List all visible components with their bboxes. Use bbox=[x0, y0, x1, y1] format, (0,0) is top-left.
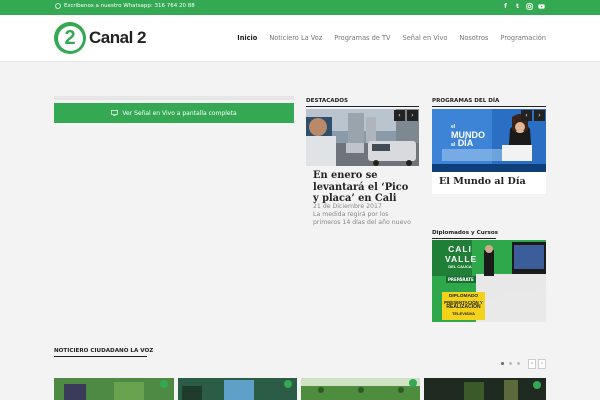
program-next-arrow[interactable]: › bbox=[534, 110, 545, 121]
logo-mark: 2 bbox=[54, 22, 86, 54]
instagram-icon[interactable] bbox=[526, 3, 533, 10]
carousel-prev-button[interactable]: ‹ bbox=[528, 359, 536, 369]
whatsapp-text: Escribenos a nuestro Whatsapp: 316 764 2… bbox=[64, 3, 195, 9]
program-image[interactable]: el MUNDO al DÍA ‹ › bbox=[432, 109, 546, 172]
facebook-icon[interactable]: f bbox=[502, 3, 509, 10]
nav-item-programas[interactable]: Programas de TV bbox=[334, 34, 390, 42]
top-bar: Escribenos a nuestro Whatsapp: 316 764 2… bbox=[0, 0, 600, 15]
carousel-dot[interactable] bbox=[517, 362, 520, 365]
poster-badge: PREPÁRATE bbox=[446, 276, 476, 283]
poster-city: CALI VALLE DEL CAUCA bbox=[445, 244, 478, 269]
citizen-news-heading: NOTICIERO CIUDADANO LA VOZ bbox=[54, 348, 153, 357]
monitor-icon bbox=[111, 110, 119, 116]
featured-heading: DESTACADOS bbox=[306, 98, 419, 107]
carousel-dot[interactable] bbox=[501, 362, 504, 365]
whatsapp-contact[interactable]: Escribenos a nuestro Whatsapp: 316 764 2… bbox=[55, 3, 195, 9]
social-links: f t bbox=[502, 3, 545, 10]
diplomados-banner[interactable]: CALI VALLE DEL CAUCA PREPÁRATE DIPLOMADO… bbox=[432, 240, 546, 322]
program-prev-arrow[interactable]: ‹ bbox=[521, 110, 532, 121]
featured-title[interactable]: En enero se levantará el ‘Pico y placa’ … bbox=[313, 170, 417, 205]
nav-item-senal[interactable]: Señal en Vivo bbox=[403, 34, 448, 42]
poster-line2: VALLE bbox=[445, 254, 478, 264]
youtube-icon[interactable] bbox=[538, 3, 545, 10]
live-fullscreen-button[interactable]: Ver Señal en Vivo a pantalla completa bbox=[54, 103, 294, 123]
nav-item-nosotros[interactable]: Nosotros bbox=[459, 34, 488, 42]
citizen-news-thumb-4[interactable] bbox=[424, 378, 546, 400]
site-header: 2 Canal 2 Inicio Noticiero La Voz Progra… bbox=[0, 15, 600, 62]
image-prefix2: al bbox=[451, 142, 456, 148]
main-nav: Inicio Noticiero La Voz Programas de TV … bbox=[237, 34, 546, 42]
featured-next-arrow[interactable]: › bbox=[407, 110, 418, 121]
poster-text: DIPLOMADO PRESENTACIÓN Y REALIZACIÓN TEL… bbox=[442, 294, 485, 316]
poster-l3: REALIZACIÓN bbox=[446, 304, 481, 311]
live-button-label: Ver Señal en Vivo a pantalla completa bbox=[122, 109, 237, 117]
poster-l4: TELEVISIVA bbox=[451, 310, 476, 316]
player-bar bbox=[54, 96, 294, 100]
carousel-dots bbox=[501, 360, 520, 365]
whatsapp-icon bbox=[55, 3, 61, 9]
featured-description: La medida regirá por los primeros 14 día… bbox=[313, 211, 411, 226]
program-image-text: el MUNDO al DÍA bbox=[451, 123, 485, 149]
citizen-news-thumb-2[interactable] bbox=[178, 378, 297, 400]
twitter-icon[interactable]: t bbox=[514, 3, 521, 10]
nav-item-programacion[interactable]: Programación bbox=[500, 34, 546, 42]
site-logo[interactable]: 2 Canal 2 bbox=[54, 22, 146, 54]
carousel-dot[interactable] bbox=[509, 362, 512, 365]
poster-line3: DEL CAUCA bbox=[448, 264, 472, 269]
poster-line1: CALI bbox=[448, 244, 472, 254]
carousel-next-button[interactable]: › bbox=[538, 359, 546, 369]
logo-number: 2 bbox=[57, 25, 83, 51]
image-line2: DÍA bbox=[457, 138, 474, 148]
live-player: Ver Señal en Vivo a pantalla completa bbox=[54, 96, 294, 124]
featured-date: 21 de Diciembre 2017 bbox=[313, 203, 382, 210]
programs-heading: PROGRAMAS DEL DÍA bbox=[432, 98, 546, 107]
citizen-news-thumb-3[interactable] bbox=[301, 378, 420, 400]
featured-prev-arrow[interactable]: ‹ bbox=[394, 110, 405, 121]
nav-item-inicio[interactable]: Inicio bbox=[237, 34, 257, 42]
program-title[interactable]: El Mundo al Día bbox=[439, 176, 526, 187]
citizen-news-thumb-1[interactable] bbox=[54, 378, 174, 400]
logo-name: Canal 2 bbox=[89, 28, 146, 47]
featured-image[interactable]: ‹ › bbox=[306, 109, 419, 166]
nav-item-noticiero[interactable]: Noticiero La Voz bbox=[269, 34, 322, 42]
diplomados-heading: Diplomados y Cursos bbox=[432, 230, 498, 239]
